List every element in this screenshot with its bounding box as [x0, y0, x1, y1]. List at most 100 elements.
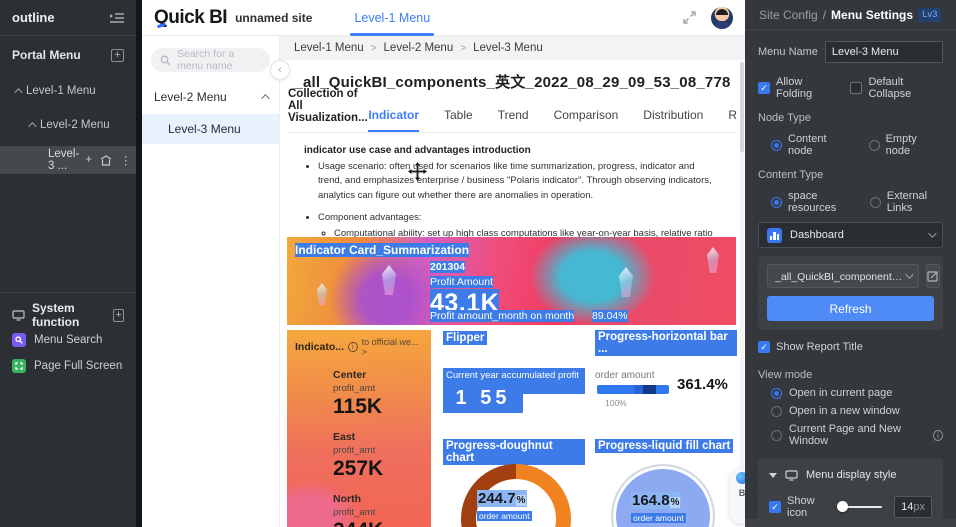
resource-select[interactable]: _all_QuickBI_components_英文_2...: [767, 264, 919, 288]
page-full-screen-label: Page Full Screen: [34, 360, 123, 372]
edit-resource-button[interactable]: [926, 264, 940, 288]
intro-heading: indicator use case and advantages introd…: [304, 145, 531, 156]
tab-r[interactable]: R: [728, 108, 737, 132]
collapse-outline-icon[interactable]: [110, 12, 124, 24]
menu-group-label: Level-2 Menu: [154, 90, 227, 104]
info-icon: i: [933, 429, 943, 441]
content-scrollbar[interactable]: [740, 62, 744, 522]
doughnut-title: Progress-doughnut chart: [443, 439, 585, 465]
empty-node-label: Empty node: [885, 133, 917, 157]
add-system-function-button[interactable]: +: [113, 308, 124, 322]
menu-group-level2[interactable]: Level-2 Menu: [142, 80, 279, 114]
open-current-page-radio[interactable]: [771, 387, 782, 399]
sidebar-item-page-full-screen[interactable]: Page Full Screen: [0, 353, 136, 379]
empty-node-radio[interactable]: [868, 139, 880, 151]
show-icon-checkbox[interactable]: ✓: [769, 501, 781, 513]
icon-size-slider[interactable]: [836, 501, 883, 512]
dashboard-select-value: Dashboard: [790, 229, 844, 241]
node-type-label: Node Type: [758, 112, 812, 124]
banner-sub-value: 89.04%: [592, 310, 628, 322]
show-report-title-checkbox[interactable]: ✓: [758, 341, 770, 353]
outline-title: outline: [12, 10, 55, 25]
current-and-new-window-radio[interactable]: [771, 429, 782, 441]
tab-table[interactable]: Table: [444, 108, 473, 132]
external-links-label: External Links: [886, 190, 928, 214]
region-indicator-card: Indicato... i to official we... > Center…: [287, 330, 431, 527]
hbar-value: 361.4%: [677, 376, 728, 393]
sidebar-item-level2[interactable]: Level-2 Menu: [0, 112, 136, 138]
breadcrumb-separator: >: [370, 42, 377, 54]
menu-search-input[interactable]: Search for a menu name: [151, 48, 270, 72]
panel-collapse-button[interactable]: ‹: [270, 60, 290, 80]
more-options-icon[interactable]: ⋮: [120, 153, 132, 167]
menu-item-label: Level-3 Menu: [168, 122, 241, 136]
tab-indicator[interactable]: Indicator: [368, 108, 419, 132]
add-node-icon[interactable]: +: [85, 154, 92, 166]
doughnut-value: 244.7%: [477, 490, 528, 507]
open-new-window-radio[interactable]: [771, 405, 782, 417]
show-icon-label: Show icon: [787, 495, 815, 519]
space-resources-radio[interactable]: [771, 196, 782, 208]
site-config-crumb[interactable]: Site Config: [759, 8, 818, 22]
breadcrumb-item[interactable]: Level-1 Menu: [294, 42, 364, 54]
region-metric: profit_amt: [333, 383, 376, 394]
region-name: North: [333, 493, 361, 505]
portal-menu-label: Portal Menu: [12, 48, 81, 62]
crystal-decoration: [707, 247, 719, 273]
space-resources-label: space resources: [788, 190, 837, 214]
default-collapse-checkbox[interactable]: [850, 82, 863, 94]
default-collapse-label: Default Collapse: [868, 76, 912, 100]
home-icon[interactable]: [100, 154, 112, 166]
sidebar-item-level1[interactable]: Level-1 Menu: [0, 78, 136, 104]
indicator-card-banner: Indicator Card_Summarization 201304 Prof…: [287, 237, 736, 325]
refresh-button[interactable]: Refresh: [767, 296, 934, 321]
assistant-floating-button[interactable]: B: [729, 468, 745, 524]
main-region: Quick BI unnamed site Level-1 Menu Searc…: [142, 0, 745, 527]
breadcrumb-item[interactable]: Level-3 Menu: [473, 42, 543, 54]
menu-search-label: Menu Search: [34, 334, 103, 346]
level-badge: Lv3: [918, 7, 942, 22]
tab-comparison[interactable]: Comparison: [554, 108, 619, 132]
external-links-radio[interactable]: [869, 196, 881, 208]
breadcrumb-item[interactable]: Level-2 Menu: [384, 42, 454, 54]
menu-tree-panel: Search for a menu name Level-2 Menu Leve…: [142, 36, 280, 527]
chevron-down-icon: [905, 270, 914, 279]
official-website-link[interactable]: to official we... >: [362, 337, 423, 357]
menu-search-icon: [12, 333, 26, 347]
site-name: unnamed site: [235, 10, 313, 25]
sidebar-item-menu-search[interactable]: Menu Search: [0, 327, 136, 353]
tab-distribution[interactable]: Distribution: [643, 108, 703, 132]
menu-name-input[interactable]: Level-3 Menu: [824, 41, 943, 63]
hbar-progress-bar: [597, 385, 669, 394]
chevron-up-icon: [28, 122, 37, 131]
collapse-triangle-icon[interactable]: [769, 472, 777, 478]
header-tab-level1[interactable]: Level-1 Menu: [350, 0, 434, 36]
content-type-label: Content Type: [758, 169, 824, 181]
allow-folding-label: Allow Folding: [776, 76, 813, 100]
panel-footer-bar: [745, 519, 956, 527]
user-avatar[interactable]: [711, 6, 733, 29]
sidebar-item-level3-selected[interactable]: Level-3 ... + ⋮: [0, 146, 136, 174]
dashboard-select[interactable]: Dashboard: [758, 222, 943, 248]
content-node-radio[interactable]: [771, 139, 782, 151]
region-row-center: Center profit_amt 115K: [287, 369, 431, 419]
region-name: Center: [333, 369, 367, 381]
expand-icon[interactable]: [682, 10, 697, 25]
menu-settings-panel: Site Config / Menu Settings Lv3 Menu Nam…: [745, 0, 956, 527]
menu-item-level3-selected[interactable]: Level-3 Menu: [142, 114, 279, 144]
tab-trend[interactable]: Trend: [498, 108, 529, 132]
icon-size-input[interactable]: 14 px: [894, 496, 932, 518]
intro-bullet-usage: Usage scenario: often used for scenarios…: [318, 160, 721, 203]
allow-folding-checkbox[interactable]: ✓: [758, 82, 770, 94]
slider-knob[interactable]: [836, 501, 848, 512]
region-row-north: North profit_amt 344K: [287, 493, 431, 527]
banner-metric: Profit Amount: [430, 276, 494, 288]
add-portal-menu-button[interactable]: +: [111, 48, 124, 62]
flipper-digits: 1 55: [443, 384, 523, 413]
hbar-label: order amount: [595, 370, 655, 381]
chevron-up-icon: [261, 94, 270, 103]
region-value: 115K: [333, 395, 383, 418]
hbar-title: Progress-horizontal bar ...: [595, 330, 737, 356]
menu-settings-title: Menu Settings: [831, 7, 914, 22]
flipper-title: Flipper: [443, 331, 488, 345]
